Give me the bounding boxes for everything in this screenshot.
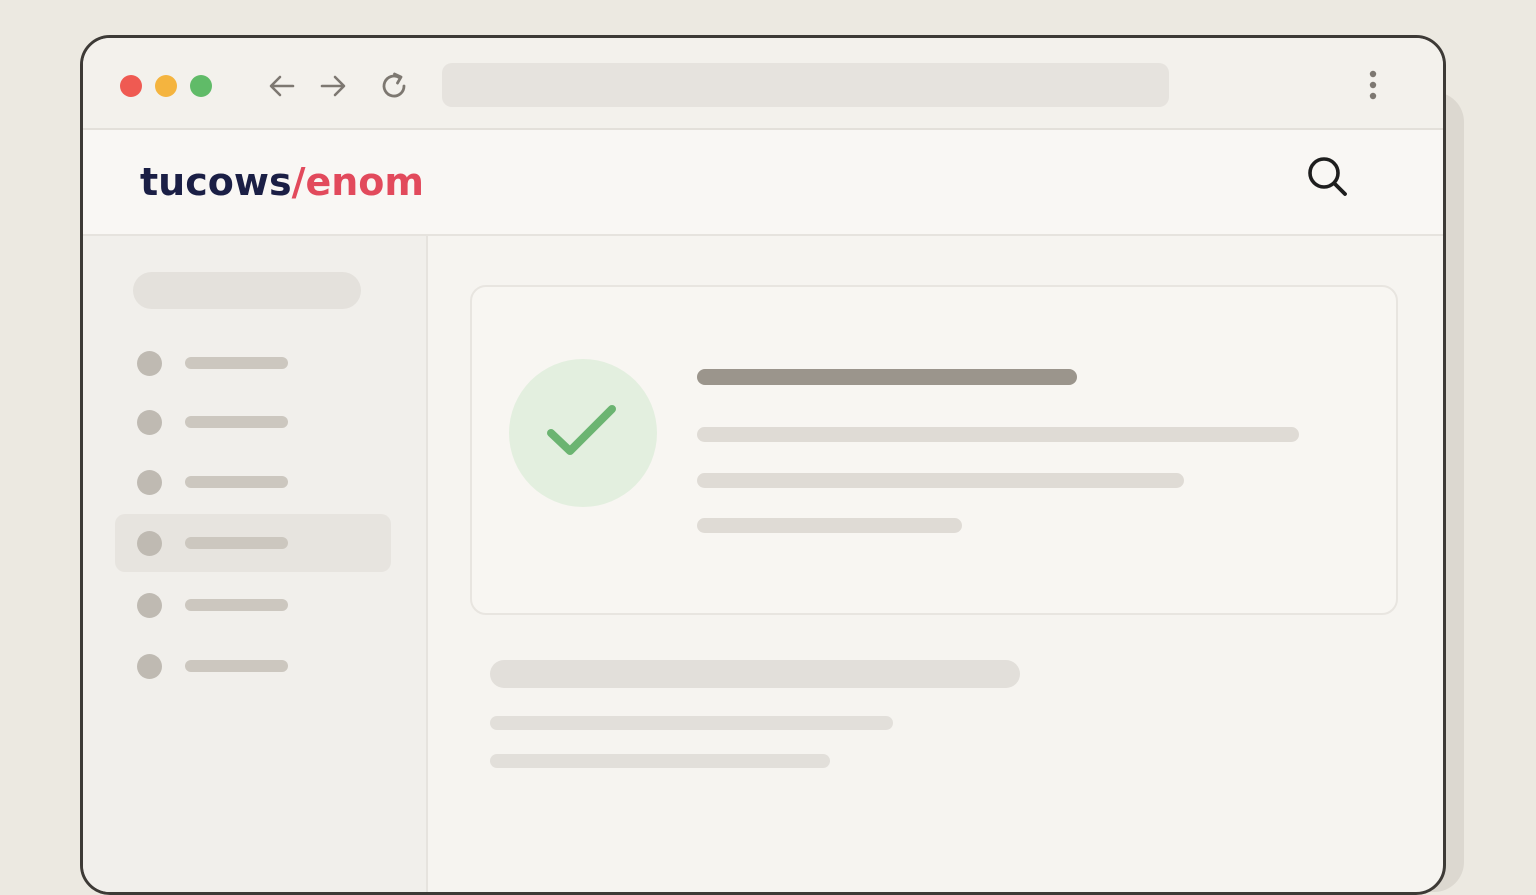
success-card [470, 285, 1398, 615]
check-icon [547, 405, 616, 455]
section-heading [490, 660, 1020, 688]
sidebar-item-label [185, 476, 288, 488]
sidebar-item-icon [137, 351, 162, 376]
back-button[interactable] [264, 68, 300, 104]
browser-toolbar [83, 38, 1443, 130]
sidebar [83, 236, 428, 892]
sidebar-item-icon [137, 410, 162, 435]
site-header: tucows/enom [83, 130, 1443, 236]
kebab-menu-icon [1369, 70, 1377, 100]
sidebar-item-6[interactable] [115, 637, 391, 695]
close-window-button[interactable] [120, 75, 142, 97]
search-button[interactable] [1301, 150, 1355, 204]
reload-icon [382, 72, 406, 98]
sidebar-item-1[interactable] [115, 334, 391, 392]
browser-window: tucows/enom [80, 35, 1446, 895]
sidebar-item-icon [137, 531, 162, 556]
sidebar-item-3[interactable] [115, 453, 391, 511]
sidebar-item-2[interactable] [115, 393, 391, 451]
minimize-window-button[interactable] [155, 75, 177, 97]
sidebar-item-label [185, 416, 288, 428]
card-text-line-2 [697, 473, 1184, 488]
sidebar-item-icon [137, 593, 162, 618]
browser-menu-button[interactable] [1359, 66, 1387, 106]
sidebar-item-icon [137, 654, 162, 679]
sidebar-item-5[interactable] [115, 576, 391, 634]
sidebar-item-label [185, 357, 288, 369]
arrow-left-icon [269, 75, 295, 97]
reload-button[interactable] [376, 68, 412, 104]
sidebar-item-icon [137, 470, 162, 495]
search-icon [1308, 157, 1347, 196]
address-bar[interactable] [442, 63, 1169, 107]
sidebar-item-label [185, 599, 288, 611]
tucows-enom-logo[interactable]: tucows/enom [140, 152, 424, 212]
arrow-right-icon [320, 75, 346, 97]
maximize-window-button[interactable] [190, 75, 212, 97]
sidebar-item-label [185, 660, 288, 672]
sidebar-item-4-active[interactable] [115, 514, 391, 572]
logo-text-tucows: tucows [140, 160, 292, 204]
logo-text-enom: /enom [291, 160, 424, 204]
card-text-line-1 [697, 427, 1299, 442]
section-text-line-1 [490, 716, 893, 730]
sidebar-search-input[interactable] [133, 272, 361, 309]
card-title [697, 369, 1077, 385]
success-status-circle [509, 359, 657, 507]
card-text-line-3 [697, 518, 962, 533]
forward-button[interactable] [315, 68, 351, 104]
main-content [428, 236, 1443, 892]
sidebar-item-label [185, 537, 288, 549]
section-text-line-2 [490, 754, 830, 768]
